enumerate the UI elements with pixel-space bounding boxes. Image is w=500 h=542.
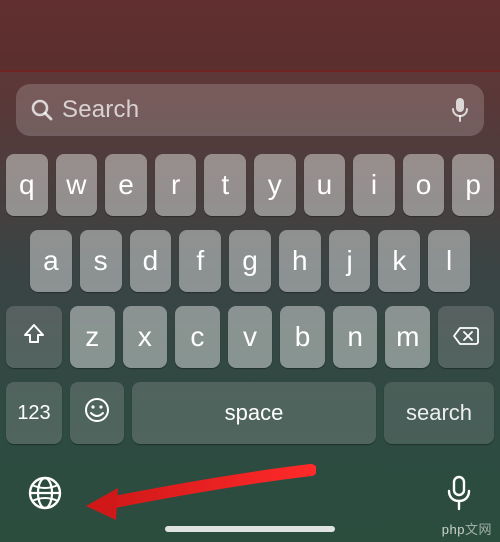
key-n[interactable]: n <box>333 306 378 368</box>
key-o[interactable]: o <box>403 154 445 216</box>
status-overlay <box>0 0 500 72</box>
keyboard-row-4: 123 space search <box>6 382 494 444</box>
keyboard: q w e r t y u i o p a s d f g h j k l z … <box>0 146 500 444</box>
search-key[interactable]: search <box>384 382 494 444</box>
dictation-key[interactable] <box>444 473 474 513</box>
key-a[interactable]: a <box>30 230 72 292</box>
key-u[interactable]: u <box>304 154 346 216</box>
keyboard-row-2: a s d f g h j k l <box>6 230 494 292</box>
keyboard-row-1: q w e r t y u i o p <box>6 154 494 216</box>
emoji-key[interactable] <box>70 382 124 444</box>
key-h[interactable]: h <box>279 230 321 292</box>
watermark-b: 文网 <box>465 522 492 537</box>
watermark-a: php <box>442 522 465 537</box>
key-r[interactable]: r <box>155 154 197 216</box>
mic-icon[interactable] <box>450 96 470 124</box>
key-e[interactable]: e <box>105 154 147 216</box>
key-m[interactable]: m <box>385 306 430 368</box>
search-icon <box>30 98 54 122</box>
backspace-icon <box>452 321 480 353</box>
key-p[interactable]: p <box>452 154 494 216</box>
key-b[interactable]: b <box>280 306 325 368</box>
home-indicator[interactable] <box>165 526 335 532</box>
shift-key[interactable] <box>6 306 62 368</box>
key-c[interactable]: c <box>175 306 220 368</box>
search-placeholder: Search <box>62 96 442 124</box>
search-bar-container: Search <box>0 72 500 146</box>
key-q[interactable]: q <box>6 154 48 216</box>
key-v[interactable]: v <box>228 306 273 368</box>
key-x[interactable]: x <box>123 306 168 368</box>
key-z[interactable]: z <box>70 306 115 368</box>
shift-icon <box>22 321 46 353</box>
key-s[interactable]: s <box>80 230 122 292</box>
globe-key[interactable] <box>26 474 64 512</box>
key-t[interactable]: t <box>204 154 246 216</box>
keyboard-row-3: z x c v b n m <box>6 306 494 368</box>
emoji-icon <box>83 396 111 431</box>
key-d[interactable]: d <box>130 230 172 292</box>
key-i[interactable]: i <box>353 154 395 216</box>
space-key[interactable]: space <box>132 382 376 444</box>
numbers-key[interactable]: 123 <box>6 382 62 444</box>
watermark: php文网 <box>442 519 492 538</box>
backspace-key[interactable] <box>438 306 494 368</box>
key-l[interactable]: l <box>428 230 470 292</box>
search-field[interactable]: Search <box>16 84 484 136</box>
key-j[interactable]: j <box>329 230 371 292</box>
key-g[interactable]: g <box>229 230 271 292</box>
key-f[interactable]: f <box>179 230 221 292</box>
key-k[interactable]: k <box>378 230 420 292</box>
key-w[interactable]: w <box>56 154 98 216</box>
key-y[interactable]: y <box>254 154 296 216</box>
